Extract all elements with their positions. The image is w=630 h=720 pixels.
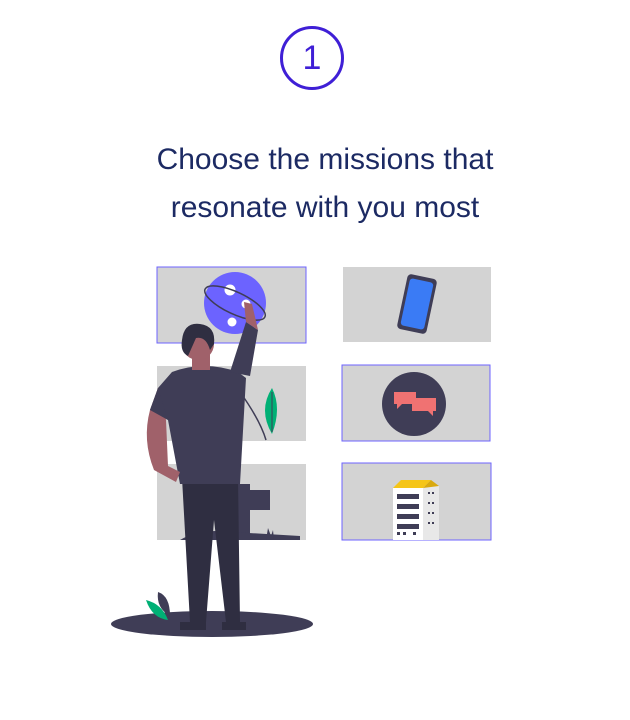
mission-tile-building[interactable] <box>341 462 492 541</box>
onboarding-step: 1 Choose the missions that resonate with… <box>0 0 630 720</box>
ground-shadow <box>111 611 313 637</box>
building-icon <box>393 480 439 540</box>
mission-tile-chat[interactable] <box>341 364 491 442</box>
chat-bubbles-icon <box>382 372 446 436</box>
mission-tile-planet[interactable] <box>156 266 307 344</box>
missions-illustration <box>111 266 492 637</box>
mission-tile-phone[interactable] <box>343 267 491 342</box>
